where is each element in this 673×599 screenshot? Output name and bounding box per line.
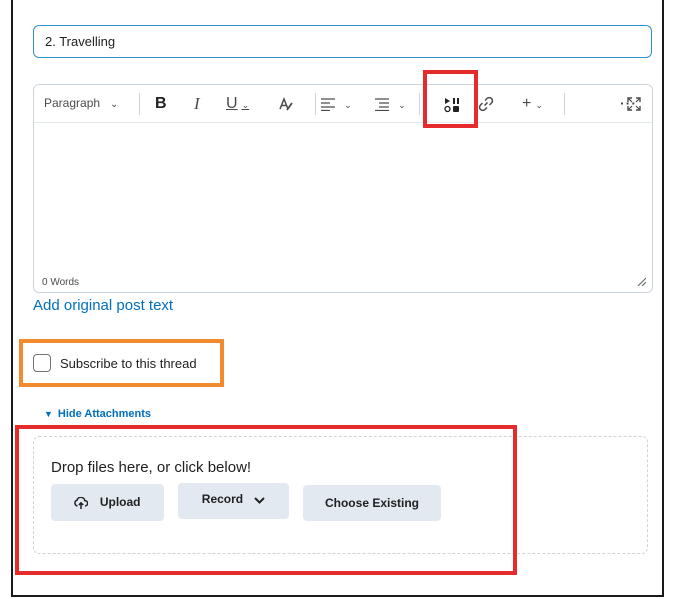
chevron-down-icon: ⌄	[344, 100, 352, 110]
chevron-down-icon: ⌄	[110, 99, 119, 110]
hide-attachments-toggle[interactable]: ▼ Hide Attachments	[44, 408, 151, 420]
bold-button[interactable]: B	[155, 85, 167, 122]
chevron-down-icon: ⌄	[398, 100, 406, 110]
upload-label: Upload	[99, 495, 141, 509]
record-button[interactable]: Record	[178, 483, 289, 519]
underline-label: U	[226, 95, 238, 112]
attachment-dropzone[interactable]: Drop files here, or click below! Upload …	[33, 436, 648, 554]
chevron-down-icon	[251, 494, 265, 506]
chevron-down-icon: ⌄	[535, 100, 543, 110]
html-editor[interactable]: Paragraph ⌄ B I U ⌄ ⌄ ⌄ + ⌄ ··· 0 Words	[33, 84, 653, 293]
caret-down-icon: ▼	[44, 409, 53, 419]
editor-toolbar: Paragraph ⌄ B I U ⌄ ⌄ ⌄ + ⌄ ···	[34, 85, 652, 123]
resize-handle-icon[interactable]	[636, 276, 647, 289]
hide-attachments-label: Hide Attachments	[57, 408, 152, 420]
subscribe-checkbox[interactable]	[33, 354, 51, 372]
align-dropdown[interactable]: ⌄	[321, 85, 352, 122]
paragraph-format-dropdown[interactable]: Paragraph ⌄	[44, 85, 118, 122]
toolbar-divider	[419, 93, 420, 115]
subscribe-label: Subscribe to this thread	[60, 356, 197, 371]
dropzone-text: Drop files here, or click below!	[51, 459, 252, 476]
upload-button[interactable]: Upload	[51, 484, 164, 521]
list-dropdown[interactable]: ⌄	[375, 85, 406, 122]
toolbar-divider	[315, 93, 316, 115]
cloud-upload-icon	[74, 495, 91, 509]
add-original-post-text-link[interactable]: Add original post text	[33, 297, 173, 314]
toolbar-divider	[139, 93, 140, 115]
insert-media-icon[interactable]	[444, 85, 460, 122]
toolbar-divider	[564, 93, 565, 115]
subject-input[interactable]: 2. Travelling	[33, 25, 652, 58]
italic-button[interactable]: I	[194, 85, 200, 122]
choose-existing-button[interactable]: Choose Existing	[303, 485, 441, 521]
link-icon[interactable]	[478, 85, 494, 122]
word-count: 0 Words	[42, 277, 80, 288]
record-label: Record	[201, 492, 244, 506]
bulleted-list-icon	[375, 95, 394, 112]
insert-more-dropdown[interactable]: + ⌄	[522, 85, 543, 122]
underline-button[interactable]: U ⌄	[226, 85, 249, 122]
paragraph-label: Paragraph	[44, 96, 101, 110]
text-format-icon[interactable]	[278, 85, 294, 122]
chevron-down-icon: ⌄	[241, 100, 250, 110]
fullscreen-icon[interactable]	[627, 85, 641, 122]
plus-icon: +	[522, 95, 532, 112]
align-left-icon	[321, 95, 340, 112]
